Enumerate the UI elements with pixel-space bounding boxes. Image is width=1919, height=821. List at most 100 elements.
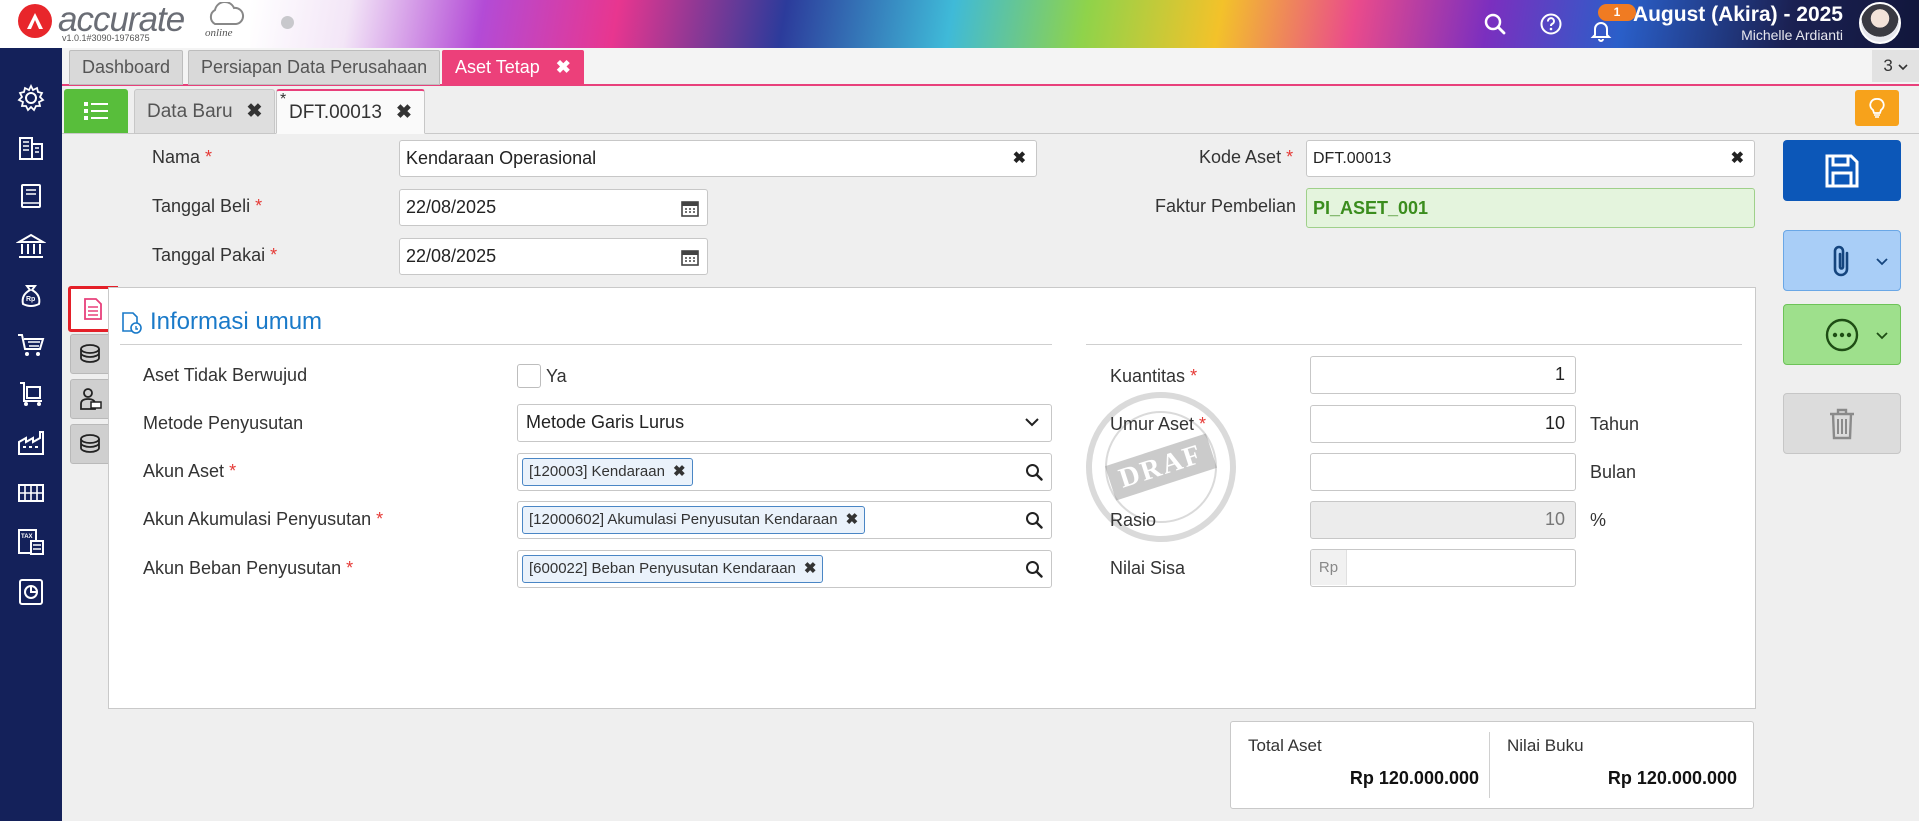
- search-icon[interactable]: [1025, 511, 1043, 529]
- list-view-button[interactable]: [64, 89, 128, 133]
- calendar-icon[interactable]: [681, 248, 699, 266]
- attachment-button[interactable]: [1783, 230, 1901, 291]
- kode-aset-value: DFT.00013: [1313, 150, 1392, 167]
- akun-aset-label: Akun Aset *: [143, 461, 237, 481]
- calendar-icon[interactable]: [681, 199, 699, 217]
- tanggal-pakai-input[interactable]: 22/08/2025: [399, 238, 708, 275]
- notification-badge[interactable]: 1: [1598, 4, 1636, 21]
- chevron-down-icon: [1025, 418, 1039, 427]
- faktur-value: PI_ASET_001: [1313, 198, 1429, 218]
- save-icon: [1825, 154, 1859, 187]
- umur-tahun-input[interactable]: 10: [1310, 405, 1576, 443]
- tanggal-beli-value: 22/08/2025: [406, 197, 497, 217]
- report-icon[interactable]: [14, 575, 48, 609]
- stack-icon: [80, 434, 100, 453]
- kuantitas-value: 1: [1554, 364, 1565, 384]
- metode-penyusutan-select[interactable]: Metode Garis Lurus: [517, 404, 1052, 442]
- tab-label: Persiapan Data Perusahaan: [201, 57, 428, 77]
- top-header: accurate online v1.0.1#3090-1976875 1 Au…: [0, 0, 1919, 48]
- sub-tab-bar: Data Baru ✖ * DFT.00013 ✖: [62, 86, 1919, 134]
- currency-prefix: Rp: [1311, 550, 1347, 585]
- aset-tidak-berwujud-checkbox[interactable]: [517, 364, 541, 388]
- delete-button[interactable]: [1783, 393, 1901, 454]
- nilai-sisa-input[interactable]: Rp: [1310, 549, 1576, 587]
- rasio-label: Rasio: [1110, 510, 1157, 530]
- svg-text:TAX: TAX: [21, 534, 33, 540]
- tab-data-baru[interactable]: Data Baru ✖: [134, 89, 276, 134]
- clear-icon[interactable]: ✖: [1731, 141, 1744, 176]
- faktur-pembelian-link[interactable]: PI_ASET_001: [1306, 188, 1755, 228]
- status-dot: [281, 16, 294, 29]
- tab-dft-00013[interactable]: * DFT.00013 ✖: [276, 89, 425, 134]
- cart-icon[interactable]: [14, 328, 48, 362]
- tab-persiapan-data[interactable]: Persiapan Data Perusahaan: [188, 50, 441, 85]
- save-button[interactable]: [1783, 140, 1901, 201]
- tab-detail-3[interactable]: [70, 379, 110, 419]
- tab-aset-tetap[interactable]: Aset Tetap ✖: [442, 50, 584, 85]
- nama-input[interactable]: Kendaraan Operasional ✖: [399, 140, 1037, 177]
- tab-detail-2[interactable]: [70, 334, 110, 374]
- lightbulb-icon: [1869, 98, 1885, 118]
- search-icon[interactable]: [1025, 463, 1043, 481]
- kuantitas-input[interactable]: 1: [1310, 356, 1576, 394]
- open-tabs-dropdown[interactable]: 3: [1872, 50, 1919, 82]
- tab-count-value: 3: [1883, 56, 1893, 75]
- section-divider: [120, 344, 1052, 345]
- money-bag-icon[interactable]: Rp: [14, 278, 48, 312]
- informasi-umum-panel: [108, 287, 1756, 709]
- rasio-value: 10: [1544, 509, 1565, 529]
- close-tab-icon[interactable]: ✖: [556, 57, 571, 77]
- chevron-down-icon: [1876, 258, 1888, 266]
- akun-akumulasi-input[interactable]: [12000602] Akumulasi Penyusutan Kendaraa…: [517, 501, 1052, 539]
- avatar[interactable]: [1859, 2, 1901, 44]
- gear-icon[interactable]: [14, 81, 48, 115]
- remove-tag-icon[interactable]: ✖: [804, 560, 817, 577]
- search-icon[interactable]: [1025, 560, 1043, 578]
- more-actions-button[interactable]: [1783, 304, 1901, 365]
- document-icon: [84, 298, 102, 320]
- svg-text:Rp: Rp: [26, 296, 35, 303]
- tab-dashboard[interactable]: Dashboard: [69, 50, 184, 85]
- database-name[interactable]: August (Akira) - 2025: [1633, 3, 1843, 27]
- module-tab-bar: Dashboard Persiapan Data Perusahaan Aset…: [62, 48, 1919, 86]
- accurate-logo-icon[interactable]: [18, 4, 52, 38]
- nilai-sisa-label: Nilai Sisa: [1110, 558, 1186, 578]
- factory-icon[interactable]: [14, 426, 48, 460]
- tab-label: Dashboard: [82, 57, 171, 77]
- totals-divider: [1489, 732, 1490, 798]
- tanggal-beli-input[interactable]: 22/08/2025: [399, 189, 708, 226]
- stamp-text: DRAF: [1105, 433, 1217, 501]
- user-name[interactable]: Michelle Ardianti: [1741, 27, 1843, 43]
- inventory-icon[interactable]: [14, 476, 48, 510]
- sidebar: Rp TAX: [0, 48, 62, 821]
- tab-detail-4[interactable]: [70, 424, 110, 464]
- kode-aset-input[interactable]: DFT.00013 ✖: [1306, 140, 1755, 177]
- trolley-icon[interactable]: [14, 377, 48, 411]
- list-icon: [84, 102, 108, 120]
- info-document-icon: [122, 312, 142, 334]
- book-icon[interactable]: [14, 179, 48, 213]
- chevron-down-icon: [1876, 332, 1888, 340]
- remove-tag-icon[interactable]: ✖: [673, 463, 686, 480]
- clear-icon[interactable]: ✖: [1013, 141, 1026, 176]
- remove-tag-icon[interactable]: ✖: [846, 511, 859, 528]
- rasio-input: 10: [1310, 501, 1576, 539]
- user-money-icon: [80, 388, 102, 410]
- building-icon[interactable]: [14, 130, 48, 164]
- cloud-icon: [209, 2, 245, 25]
- tab-label: Aset Tetap: [455, 57, 540, 77]
- help-icon[interactable]: [1537, 10, 1565, 38]
- akun-beban-input[interactable]: [600022] Beban Penyusutan Kendaraan ✖: [517, 550, 1052, 588]
- close-tab-icon[interactable]: ✖: [396, 102, 412, 123]
- tab-label: DFT.00013: [289, 102, 382, 123]
- akun-aset-input[interactable]: [120003] Kendaraan ✖: [517, 453, 1052, 491]
- search-icon[interactable]: [1481, 10, 1509, 38]
- close-tab-icon[interactable]: ✖: [247, 101, 263, 122]
- trash-icon: [1830, 408, 1854, 439]
- umur-aset-label: Umur Aset *: [1110, 414, 1207, 434]
- tax-icon[interactable]: TAX: [14, 525, 48, 559]
- umur-bulan-input[interactable]: [1310, 453, 1576, 491]
- bank-icon[interactable]: [14, 229, 48, 263]
- tips-button[interactable]: [1855, 90, 1899, 126]
- paperclip-icon: [1833, 245, 1849, 276]
